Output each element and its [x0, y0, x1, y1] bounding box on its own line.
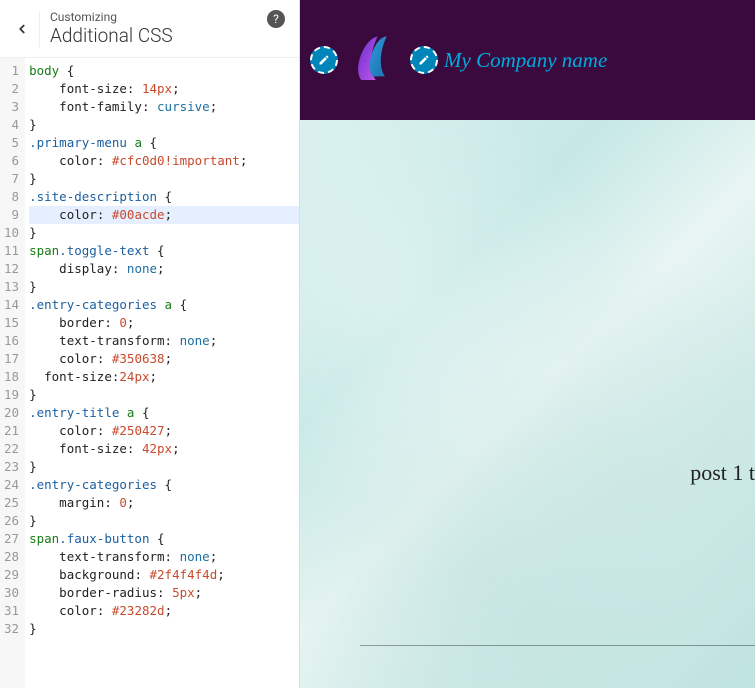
post-divider: [360, 645, 755, 646]
back-button[interactable]: [4, 11, 40, 47]
code-line[interactable]: border: 0;: [29, 314, 299, 332]
code-line[interactable]: }: [29, 458, 299, 476]
code-line[interactable]: .entry-categories a {: [29, 296, 299, 314]
line-gutter: 1234567891011121314151617181920212223242…: [0, 58, 25, 688]
code-line[interactable]: background: #2f4f4f4d;: [29, 566, 299, 584]
breadcrumb-label: Customizing: [50, 10, 285, 24]
code-editor[interactable]: 1234567891011121314151617181920212223242…: [0, 58, 299, 688]
panel-header: Customizing Additional CSS ?: [0, 0, 299, 58]
code-line[interactable]: span.toggle-text {: [29, 242, 299, 260]
code-line[interactable]: .primary-menu a {: [29, 134, 299, 152]
code-line[interactable]: body {: [29, 62, 299, 80]
site-preview: My Company name post 1 t: [300, 0, 755, 688]
code-line[interactable]: }: [29, 116, 299, 134]
code-line[interactable]: .site-description {: [29, 188, 299, 206]
code-line[interactable]: }: [29, 224, 299, 242]
code-line[interactable]: color: #23282d;: [29, 602, 299, 620]
code-line[interactable]: text-transform: none;: [29, 332, 299, 350]
site-title[interactable]: My Company name: [444, 48, 607, 73]
code-line[interactable]: border-radius: 5px;: [29, 584, 299, 602]
code-line[interactable]: color: #250427;: [29, 422, 299, 440]
code-line[interactable]: }: [29, 512, 299, 530]
code-line[interactable]: text-transform: none;: [29, 548, 299, 566]
edit-shortcut-title[interactable]: [410, 46, 438, 74]
code-line[interactable]: font-size:24px;: [29, 368, 299, 386]
code-line[interactable]: color: #cfc0d0!important;: [29, 152, 299, 170]
code-line[interactable]: color: #00acde;: [29, 206, 299, 224]
site-logo[interactable]: [344, 30, 404, 90]
code-line[interactable]: display: none;: [29, 260, 299, 278]
post-title[interactable]: post 1 t: [690, 460, 755, 486]
code-line[interactable]: font-family: cursive;: [29, 98, 299, 116]
code-line[interactable]: }: [29, 386, 299, 404]
code-line[interactable]: }: [29, 278, 299, 296]
preview-body: post 1 t: [300, 120, 755, 688]
code-line[interactable]: font-size: 14px;: [29, 80, 299, 98]
code-line[interactable]: .entry-categories {: [29, 476, 299, 494]
code-lines[interactable]: body { font-size: 14px; font-family: cur…: [25, 58, 299, 688]
edit-shortcut-logo[interactable]: [310, 46, 338, 74]
code-line[interactable]: .entry-title a {: [29, 404, 299, 422]
code-line[interactable]: font-size: 42px;: [29, 440, 299, 458]
code-line[interactable]: }: [29, 620, 299, 638]
code-line[interactable]: color: #350638;: [29, 350, 299, 368]
page-title: Additional CSS: [50, 24, 285, 47]
code-line[interactable]: }: [29, 170, 299, 188]
preview-header: My Company name: [300, 0, 755, 120]
help-icon[interactable]: ?: [267, 10, 285, 28]
customizer-panel: Customizing Additional CSS ? 12345678910…: [0, 0, 300, 688]
code-line[interactable]: margin: 0;: [29, 494, 299, 512]
code-line[interactable]: span.faux-button {: [29, 530, 299, 548]
